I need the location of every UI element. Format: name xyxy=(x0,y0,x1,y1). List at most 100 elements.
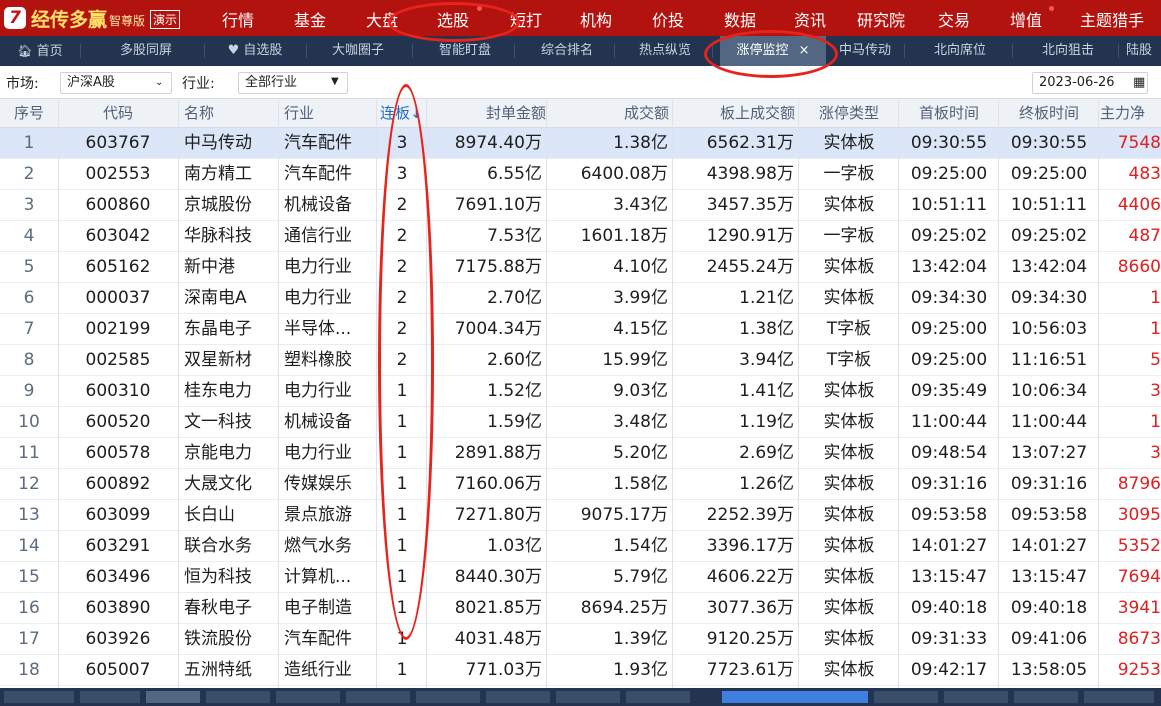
col-seq[interactable]: 序号 xyxy=(0,99,58,127)
menu-institutions[interactable]: 机构 xyxy=(580,7,612,31)
cell-name: 长白山 xyxy=(184,505,235,525)
table-row[interactable]: 3 600860 京城股份 机械设备 2 7691.10万 3.43亿 3457.35万 实体板… xyxy=(0,190,1161,221)
table-row[interactable]: 13 603099 长白山 景点旅游 1 7271.80万 9075.17万 2252.39万… xyxy=(0,500,1161,531)
bottom-tab[interactable] xyxy=(1084,691,1154,703)
col-main-net[interactable]: 主力净 xyxy=(1100,99,1161,127)
col-name[interactable]: 名称 xyxy=(184,99,278,127)
table-row[interactable]: 10 600520 文一科技 机械设备 1 1.59亿 3.48亿 1.19亿 实体板 11:00… xyxy=(0,407,1161,438)
col-limit-type[interactable]: 涨停类型 xyxy=(801,99,897,127)
col-code[interactable]: 代码 xyxy=(58,99,178,127)
cell-industry: 电力行业 xyxy=(284,288,352,308)
table-row[interactable]: 16 603890 春秋电子 电子制造 1 8021.85万 8694.25万 3077.36… xyxy=(0,593,1161,624)
cell-seal-amount: 7691.10万 xyxy=(454,195,542,215)
menu-value-added[interactable]: 增值 xyxy=(1010,7,1042,31)
cell-seal-amount: 8021.85万 xyxy=(454,598,542,618)
table-row[interactable]: 14 603291 联合水务 燃气水务 1 1.03亿 1.54亿 3396.17万 实体板 14… xyxy=(0,531,1161,562)
cell-main-net: 5352 xyxy=(1117,536,1161,556)
bottom-tab[interactable] xyxy=(276,691,340,703)
cell-code: 002553 xyxy=(85,164,151,184)
cell-limit-type: 实体板 xyxy=(823,505,875,525)
bottom-tab[interactable] xyxy=(146,691,200,703)
cell-limit-type: 实体板 xyxy=(823,660,875,680)
col-consecutive-boards[interactable]: 连板↓ xyxy=(380,99,426,127)
tab-limit-up-monitor[interactable]: 涨停监控 × xyxy=(720,36,826,66)
table-row[interactable]: 5 605162 新中港 电力行业 2 7175.88万 4.10亿 2455.24万 实体板 1… xyxy=(0,252,1161,283)
tab-north-seats[interactable]: 北向席位 xyxy=(912,36,1008,66)
column-divider xyxy=(798,98,799,688)
bottom-tab[interactable] xyxy=(1014,691,1078,703)
table-row[interactable]: 1 603767 中马传动 汽车配件 3 8974.40万 1.38亿 6562.31万 实体板… xyxy=(0,128,1161,159)
cell-last-board-time: 11:16:51 xyxy=(1010,350,1088,370)
bottom-tab[interactable] xyxy=(80,691,140,703)
cell-first-board-time: 09:25:02 xyxy=(910,226,988,246)
tab-smart-watch[interactable]: 智能盯盘 xyxy=(420,36,510,66)
tab-north-snipe[interactable]: 北向狙击 xyxy=(1020,36,1116,66)
bottom-tab[interactable] xyxy=(346,691,410,703)
table-row[interactable]: 12 600892 大晟文化 传媒娱乐 1 7160.06万 1.58亿 1.26亿 实体板 09… xyxy=(0,469,1161,500)
tab-hk-connect[interactable]: 陆股 xyxy=(1126,36,1161,66)
demo-badge[interactable]: 演示 xyxy=(150,9,181,29)
app-name: 经传多赢 xyxy=(31,8,108,31)
tab-zhongma[interactable]: 中马传动 xyxy=(830,36,900,66)
table-row[interactable]: 11 600578 京能电力 电力行业 1 2891.88万 5.20亿 2.69亿 实体板 09… xyxy=(0,438,1161,469)
table-row[interactable]: 2 002553 南方精工 汽车配件 3 6.55亿 6400.08万 4398.98万 一字板… xyxy=(0,159,1161,190)
industry-label: 行业: xyxy=(182,76,215,92)
bottom-tab[interactable] xyxy=(206,691,270,703)
cell-main-net: 3095 xyxy=(1117,505,1161,525)
tab-hotspot[interactable]: 热点纵览 xyxy=(620,36,710,66)
table-row[interactable]: 18 605007 五洲特纸 造纸行业 1 771.03万 1.93亿 7723.61万 实体板… xyxy=(0,655,1161,686)
tab-multi-stock[interactable]: 多股同屏 xyxy=(96,36,196,66)
cell-industry: 汽车配件 xyxy=(284,629,352,649)
col-last-board-time[interactable]: 终板时间 xyxy=(1001,99,1097,127)
bottom-tab[interactable] xyxy=(4,691,74,703)
cell-code: 002199 xyxy=(85,319,151,339)
column-divider xyxy=(546,98,547,688)
col-first-board-time[interactable]: 首板时间 xyxy=(901,99,997,127)
menu-news[interactable]: 资讯 xyxy=(794,7,826,31)
tab-bigshot-circle[interactable]: 大咖圈子 xyxy=(312,36,404,66)
industry-select[interactable]: 全部行业 ▼ xyxy=(238,72,348,94)
menu-short-term[interactable]: 短打 xyxy=(510,7,542,31)
bottom-tab[interactable] xyxy=(722,691,868,703)
close-icon[interactable]: × xyxy=(799,43,810,58)
cell-on-board-turnover: 1.21亿 xyxy=(739,288,794,308)
table-row[interactable]: 9 600310 桂东电力 电力行业 1 1.52亿 9.03亿 1.41亿 实体板 09:35:… xyxy=(0,376,1161,407)
table-row[interactable]: 15 603496 恒为科技 计算机... 1 8440.30万 5.79亿 4606.22万… xyxy=(0,562,1161,593)
table-row[interactable]: 8 002585 双星新材 塑料橡胶 2 2.60亿 15.99亿 3.94亿 T字板 09:25… xyxy=(0,345,1161,376)
bottom-tab[interactable] xyxy=(416,691,480,703)
col-on-board-turnover[interactable]: 板上成交额 xyxy=(673,99,795,127)
col-industry[interactable]: 行业 xyxy=(284,99,378,127)
tab-overall-rank[interactable]: 综合排名 xyxy=(522,36,612,66)
menu-market[interactable]: 大盘 xyxy=(366,7,398,31)
menu-value-invest[interactable]: 价投 xyxy=(652,7,684,31)
col-seal-amount[interactable]: 封单金额 xyxy=(427,99,546,127)
table-row[interactable]: 6 000037 深南电A 电力行业 2 2.70亿 3.99亿 1.21亿 实体板 09:34:… xyxy=(0,283,1161,314)
menu-quotes[interactable]: 行情 xyxy=(222,7,254,31)
bottom-tab[interactable] xyxy=(486,691,550,703)
app-logo[interactable]: 7 经传多赢 智尊版 演示 xyxy=(4,4,181,32)
bottom-tab[interactable] xyxy=(556,691,620,703)
menu-stock-picking[interactable]: 选股 xyxy=(437,7,469,31)
tab-separator xyxy=(80,44,81,58)
col-turnover[interactable]: 成交额 xyxy=(547,99,669,127)
tab-watchlist[interactable]: ♥ 自选股 xyxy=(212,36,298,66)
bottom-tab[interactable] xyxy=(626,691,690,703)
tab-home[interactable]: 🏠︎ 首页 xyxy=(8,36,72,66)
date-picker[interactable]: 2023-06-26 ▦ xyxy=(1032,72,1148,94)
cell-first-board-time: 09:40:18 xyxy=(910,598,988,618)
menu-theme-hunter[interactable]: 主题猎手 xyxy=(1080,7,1144,31)
market-select[interactable]: 沪深A股 ⌄ xyxy=(60,72,172,94)
bottom-tab[interactable] xyxy=(944,691,1008,703)
menu-trade[interactable]: 交易 xyxy=(938,7,970,31)
cell-on-board-turnover: 1.19亿 xyxy=(739,412,794,432)
cell-industry: 半导体... xyxy=(284,319,352,339)
menu-data[interactable]: 数据 xyxy=(724,7,756,31)
cell-industry: 电力行业 xyxy=(284,381,352,401)
table-row[interactable]: 17 603926 铁流股份 汽车配件 1 4031.48万 1.39亿 9120.25万 实体… xyxy=(0,624,1161,655)
cell-first-board-time: 10:51:11 xyxy=(910,195,988,215)
bottom-tab[interactable] xyxy=(874,691,938,703)
menu-funds[interactable]: 基金 xyxy=(294,7,326,31)
table-row[interactable]: 7 002199 东晶电子 半导体... 2 7004.34万 4.15亿 1.38亿 T字板 0… xyxy=(0,314,1161,345)
menu-research[interactable]: 研究院 xyxy=(857,7,905,31)
table-row[interactable]: 4 603042 华脉科技 通信行业 2 7.53亿 1601.18万 1290.91万 一字板… xyxy=(0,221,1161,252)
